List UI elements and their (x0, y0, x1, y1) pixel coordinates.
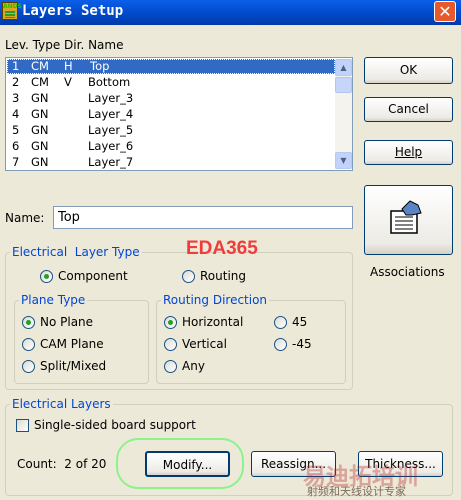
layer-dir: H (64, 59, 73, 73)
single-sided-label: Single-sided board support (34, 418, 196, 432)
eda365-watermark: EDA365 (186, 238, 258, 259)
app-icon: ANDS (2, 2, 22, 20)
cam-plane-radio[interactable] (22, 338, 35, 351)
window-title: Layers Setup (22, 3, 124, 19)
electrical-layer-type-label: Electrical Layer Type (10, 245, 142, 259)
deg45-label: 45 (292, 315, 308, 329)
vertical-label: Vertical (182, 337, 227, 351)
layer-name: Layer_6 (88, 139, 134, 153)
split-mixed-radio[interactable] (22, 360, 35, 373)
layer-name: Layer_7 (88, 155, 134, 169)
layer-name: Layer_4 (88, 107, 134, 121)
cam-plane-label: CAM Plane (40, 337, 104, 351)
routing-direction-label: Routing Direction (161, 293, 270, 307)
deg-minus45-label: -45 (292, 337, 312, 351)
scroll-down-button[interactable]: ▼ (335, 152, 352, 169)
layer-dir: V (64, 75, 72, 89)
chevron-down-icon: ▼ (340, 156, 347, 165)
layer-type: GN (31, 139, 49, 153)
layer-type: GN (31, 91, 49, 105)
plane-type-label: Plane Type (19, 293, 88, 307)
layer-row-4[interactable]: 4 GN Layer_4 (7, 107, 335, 122)
any-radio[interactable] (164, 360, 177, 373)
layer-lev: 7 (12, 155, 20, 169)
name-input[interactable]: Top (53, 206, 353, 229)
close-button[interactable]: ✕ (434, 1, 456, 22)
app-icon-bars (5, 11, 15, 18)
list-scrollbar[interactable]: ▲ ▼ (335, 59, 352, 169)
close-icon: ✕ (438, 2, 452, 21)
single-sided-checkbox[interactable] (16, 419, 29, 432)
layer-name: Layer_5 (88, 123, 134, 137)
any-label: Any (182, 359, 205, 373)
layer-name: Top (90, 59, 110, 73)
count-text: Count: 2 of 20 (17, 457, 107, 471)
layer-list[interactable]: 1 CM H Top 2 CM V Bottom 3 GN Layer_3 4 … (5, 57, 353, 171)
layer-lev: 6 (12, 139, 20, 153)
list-column-header: Lev. Type Dir. Name (5, 38, 124, 52)
no-plane-radio[interactable] (22, 316, 35, 329)
layer-type: GN (31, 155, 49, 169)
layer-name: Bottom (88, 75, 131, 89)
cancel-button[interactable]: Cancel (364, 97, 453, 122)
layer-type: GN (31, 107, 49, 121)
layer-row-1[interactable]: 1 CM H Top (7, 59, 335, 74)
modify-highlight-circle (116, 438, 244, 489)
deg-minus45-radio[interactable] (274, 338, 287, 351)
scroll-thumb[interactable] (335, 77, 352, 93)
layer-type: CM (31, 59, 49, 73)
split-mixed-label: Split/Mixed (40, 359, 107, 373)
layer-row-2[interactable]: 2 CM V Bottom (7, 75, 335, 90)
layer-lev: 3 (12, 91, 20, 105)
routing-radio[interactable] (182, 270, 195, 283)
layer-lev: 4 (12, 107, 20, 121)
horizontal-radio[interactable] (164, 316, 177, 329)
layer-row-7[interactable]: 7 GN Layer_7 (7, 155, 335, 170)
vertical-radio[interactable] (164, 338, 177, 351)
component-radio[interactable] (40, 270, 53, 283)
scroll-up-button[interactable]: ▲ (335, 59, 352, 76)
layer-row-3[interactable]: 3 GN Layer_3 (7, 91, 335, 106)
deg45-radio[interactable] (274, 316, 287, 329)
layer-lev: 5 (12, 123, 20, 137)
horizontal-label: Horizontal (182, 315, 244, 329)
layer-lev: 2 (12, 75, 20, 89)
layer-row-5[interactable]: 5 GN Layer_5 (7, 123, 335, 138)
component-label: Component (58, 269, 128, 283)
chevron-up-icon: ▲ (340, 63, 347, 72)
ok-button[interactable]: OK (364, 57, 453, 84)
cn-tagline-watermark: 射频和天线设计专家 (307, 485, 406, 498)
name-label: Name: (5, 211, 45, 225)
layer-type: CM (31, 75, 49, 89)
associations-icon (390, 200, 422, 234)
app-icon-text: ANDS (3, 3, 22, 10)
layer-row-6[interactable]: 6 GN Layer_6 (7, 139, 335, 154)
routing-label: Routing (200, 269, 247, 283)
associations-label: Associations (370, 265, 445, 279)
layer-lev: 1 (12, 59, 20, 73)
no-plane-label: No Plane (40, 315, 94, 329)
title-bar: ANDS Layers Setup ✕ (0, 0, 461, 25)
help-button[interactable]: Help (364, 140, 453, 165)
layer-name: Layer_3 (88, 91, 134, 105)
electrical-layers-label: Electrical Layers (10, 397, 113, 411)
layer-type: GN (31, 123, 49, 137)
